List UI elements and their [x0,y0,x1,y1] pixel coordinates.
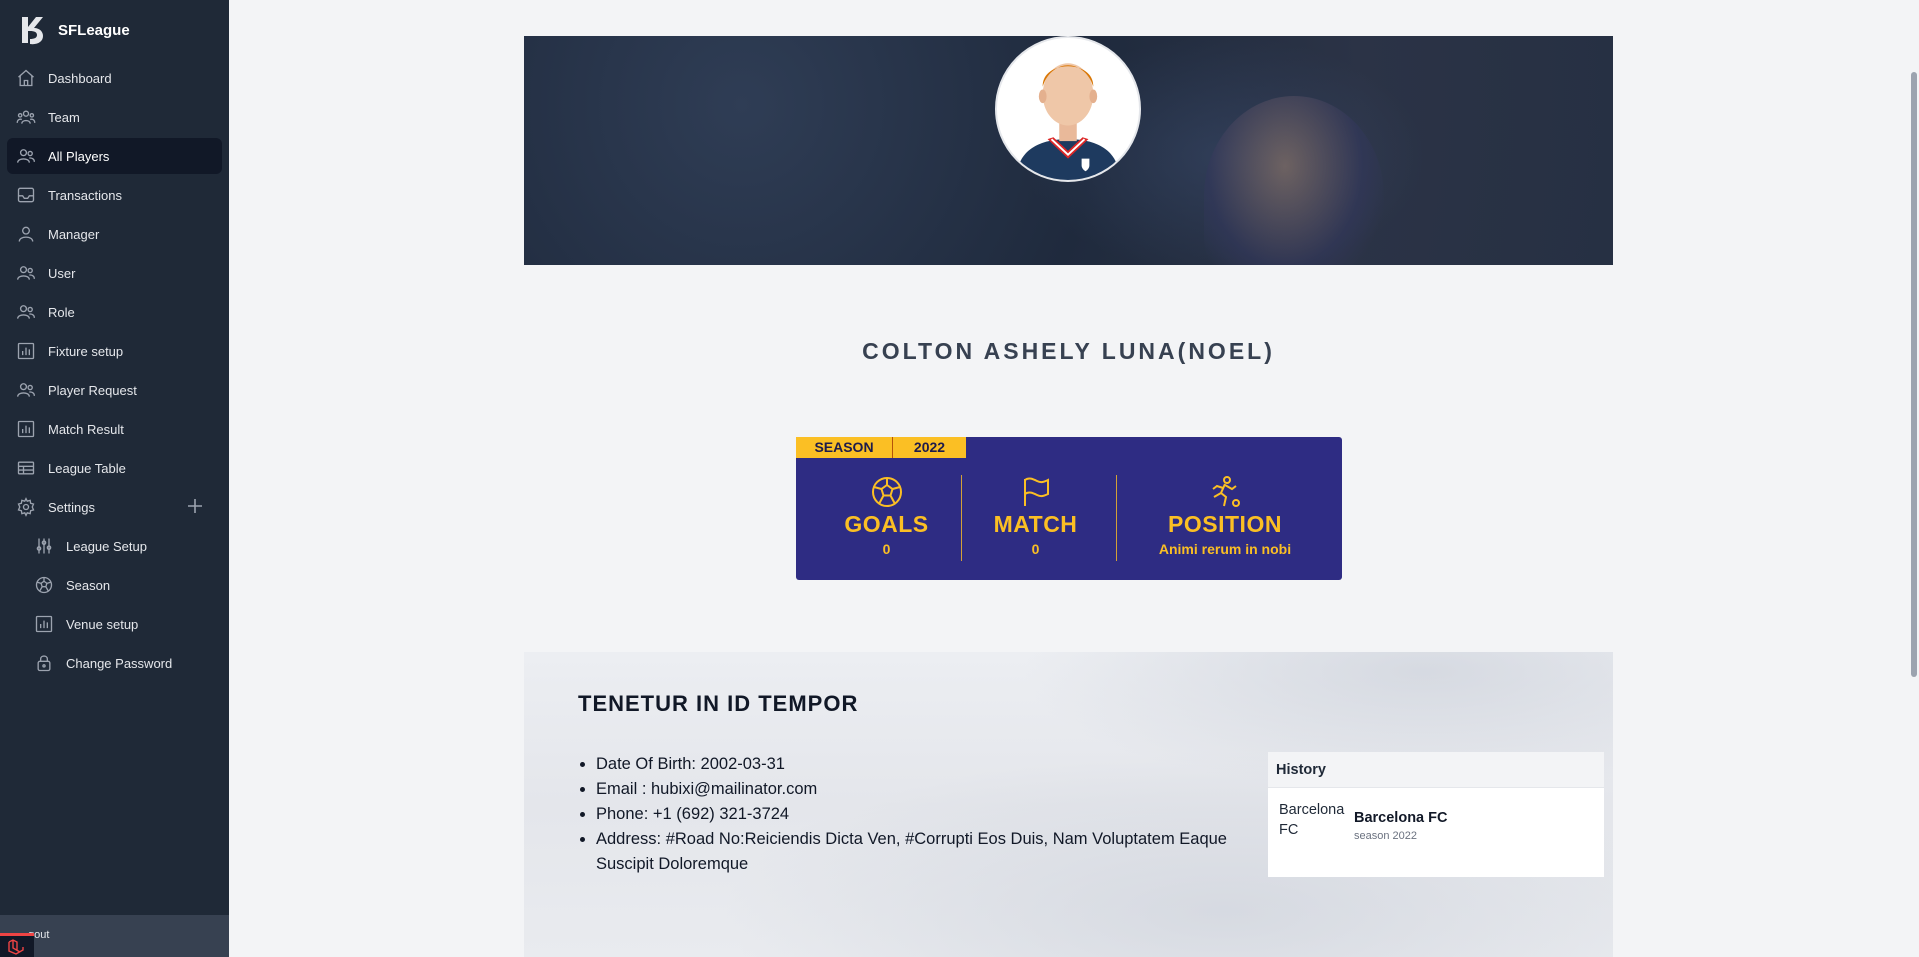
inbox-icon [16,185,36,205]
sidebar-item-all-players[interactable]: All Players [7,138,222,174]
player-kicking-icon [1208,475,1242,509]
sidebar-item-league-setup[interactable]: League Setup [7,528,222,564]
info-list: Date Of Birth: 2002-03-31 Email : hubixi… [578,752,1268,877]
history-club-image-alt: Barcelona FC [1279,802,1345,838]
sidebar-item-dashboard[interactable]: Dashboard [7,60,222,96]
sliders-icon [34,536,54,556]
stat-match-label: MATCH [993,511,1078,537]
logout-button[interactable]: gout [0,915,229,957]
history-season: season 2022 [1354,830,1417,842]
sidebar-item-league-table[interactable]: League Table [7,450,222,486]
banner-photo [1204,96,1384,265]
sidebar-item-player-request[interactable]: Player Request [7,372,222,408]
stat-position-label: POSITION [1168,511,1282,537]
info-phone: Phone: +1 (692) 321-3724 [596,802,1268,827]
sidebar-item-label: User [48,265,76,281]
sidebar-item-label: Manager [48,226,100,242]
chart-bar-icon [34,614,54,634]
chart-bar-icon [16,419,36,439]
users-icon [16,380,36,400]
brand[interactable]: SFLeague [0,0,229,60]
sidebar-item-label: League Setup [66,538,147,554]
sidebar-item-label: Settings [48,499,95,515]
stat-match: MATCH 0 [964,475,1107,557]
stats-card: SEASON 2022 GOALS 0 MATCH 0 POSITION Ani… [796,437,1342,580]
sidebar-item-label: League Table [48,460,126,476]
sidebar-item-label: Dashboard [48,70,112,86]
stat-match-value: 0 [1031,541,1040,557]
sidebar-item-label: All Players [48,148,110,164]
soccer-ball-icon [870,475,904,509]
stat-divider [1116,475,1117,561]
sidebar-item-label: Role [48,304,75,320]
history-title: History [1268,752,1604,788]
gear-icon [16,497,36,517]
home-icon [16,68,36,88]
season-tab: SEASON 2022 [796,437,966,458]
app-name: SFLeague [58,21,130,39]
sidebar-item-role[interactable]: Role [7,294,222,330]
history-club-name: Barcelona FC [1354,810,1448,826]
sidebar-item-label: Change Password [66,655,173,671]
soccer-ball-icon [34,575,54,595]
stat-goals: GOALS 0 [814,475,959,557]
lock-icon [34,653,54,673]
stat-position-value: Animi rerum in nobi [1158,541,1292,557]
users-icon [16,263,36,283]
users-icon [16,107,36,127]
info-date-of-birth: Date Of Birth: 2002-03-31 [596,752,1268,777]
stat-position: POSITION Animi rerum in nobi [1120,475,1330,557]
sidebar-item-manager[interactable]: Manager [7,216,222,252]
sidebar-item-label: Season [66,577,111,593]
sidebar: SFLeague Dashboard Team All Players Tran… [0,0,229,957]
sidebar-item-user[interactable]: User [7,255,222,291]
stat-goals-label: GOALS [844,511,929,537]
details-title: TENETUR IN ID TEMPOR [578,691,859,716]
stat-divider [961,475,962,561]
sidebar-nav: Dashboard Team All Players Transactions … [0,60,229,681]
sidebar-item-transactions[interactable]: Transactions [7,177,222,213]
sidebar-item-fixture-setup[interactable]: Fixture setup [7,333,222,369]
laravel-icon [8,939,24,955]
flag-icon [1019,475,1053,509]
avatar [995,36,1141,182]
user-icon [16,224,36,244]
sidebar-item-label: Fixture setup [48,343,124,359]
laravel-badge [0,933,34,957]
table-icon [16,458,36,478]
users-icon [16,146,36,166]
sidebar-item-label: Player Request [48,382,137,398]
sidebar-item-team[interactable]: Team [7,99,222,135]
sidebar-item-settings[interactable]: Settings [7,489,222,525]
chart-bar-icon [16,341,36,361]
stat-goals-value: 0 [882,541,891,557]
player-name: COLTON ASHELY LUNA(NOEL) [862,338,1275,364]
sidebar-item-venue-setup[interactable]: Venue setup [7,606,222,642]
sidebar-item-season[interactable]: Season [7,567,222,603]
history-card: History Barcelona FC Barcelona FC season… [1268,752,1604,877]
player-details: TENETUR IN ID TEMPOR Date Of Birth: 2002… [524,652,1613,957]
player-avatar-icon [1016,63,1120,180]
season-year: 2022 [893,437,966,458]
logo-icon [22,17,43,45]
sidebar-item-label: Team [48,109,80,125]
sidebar-item-change-password[interactable]: Change Password [7,645,222,681]
sidebar-item-match-result[interactable]: Match Result [7,411,222,447]
sidebar-item-label: Venue setup [66,616,139,632]
info-email: Email : hubixi@mailinator.com [596,777,1268,802]
page-scrollbar[interactable] [1909,0,1919,957]
sidebar-item-label: Match Result [48,421,124,437]
season-label: SEASON [796,437,893,458]
info-address: Address: #Road No:Reiciendis Dicta Ven, … [596,827,1268,877]
plus-icon[interactable] [186,497,204,515]
scrollbar-thumb[interactable] [1911,72,1917,677]
sidebar-item-label: Transactions [48,187,122,203]
users-icon [16,302,36,322]
